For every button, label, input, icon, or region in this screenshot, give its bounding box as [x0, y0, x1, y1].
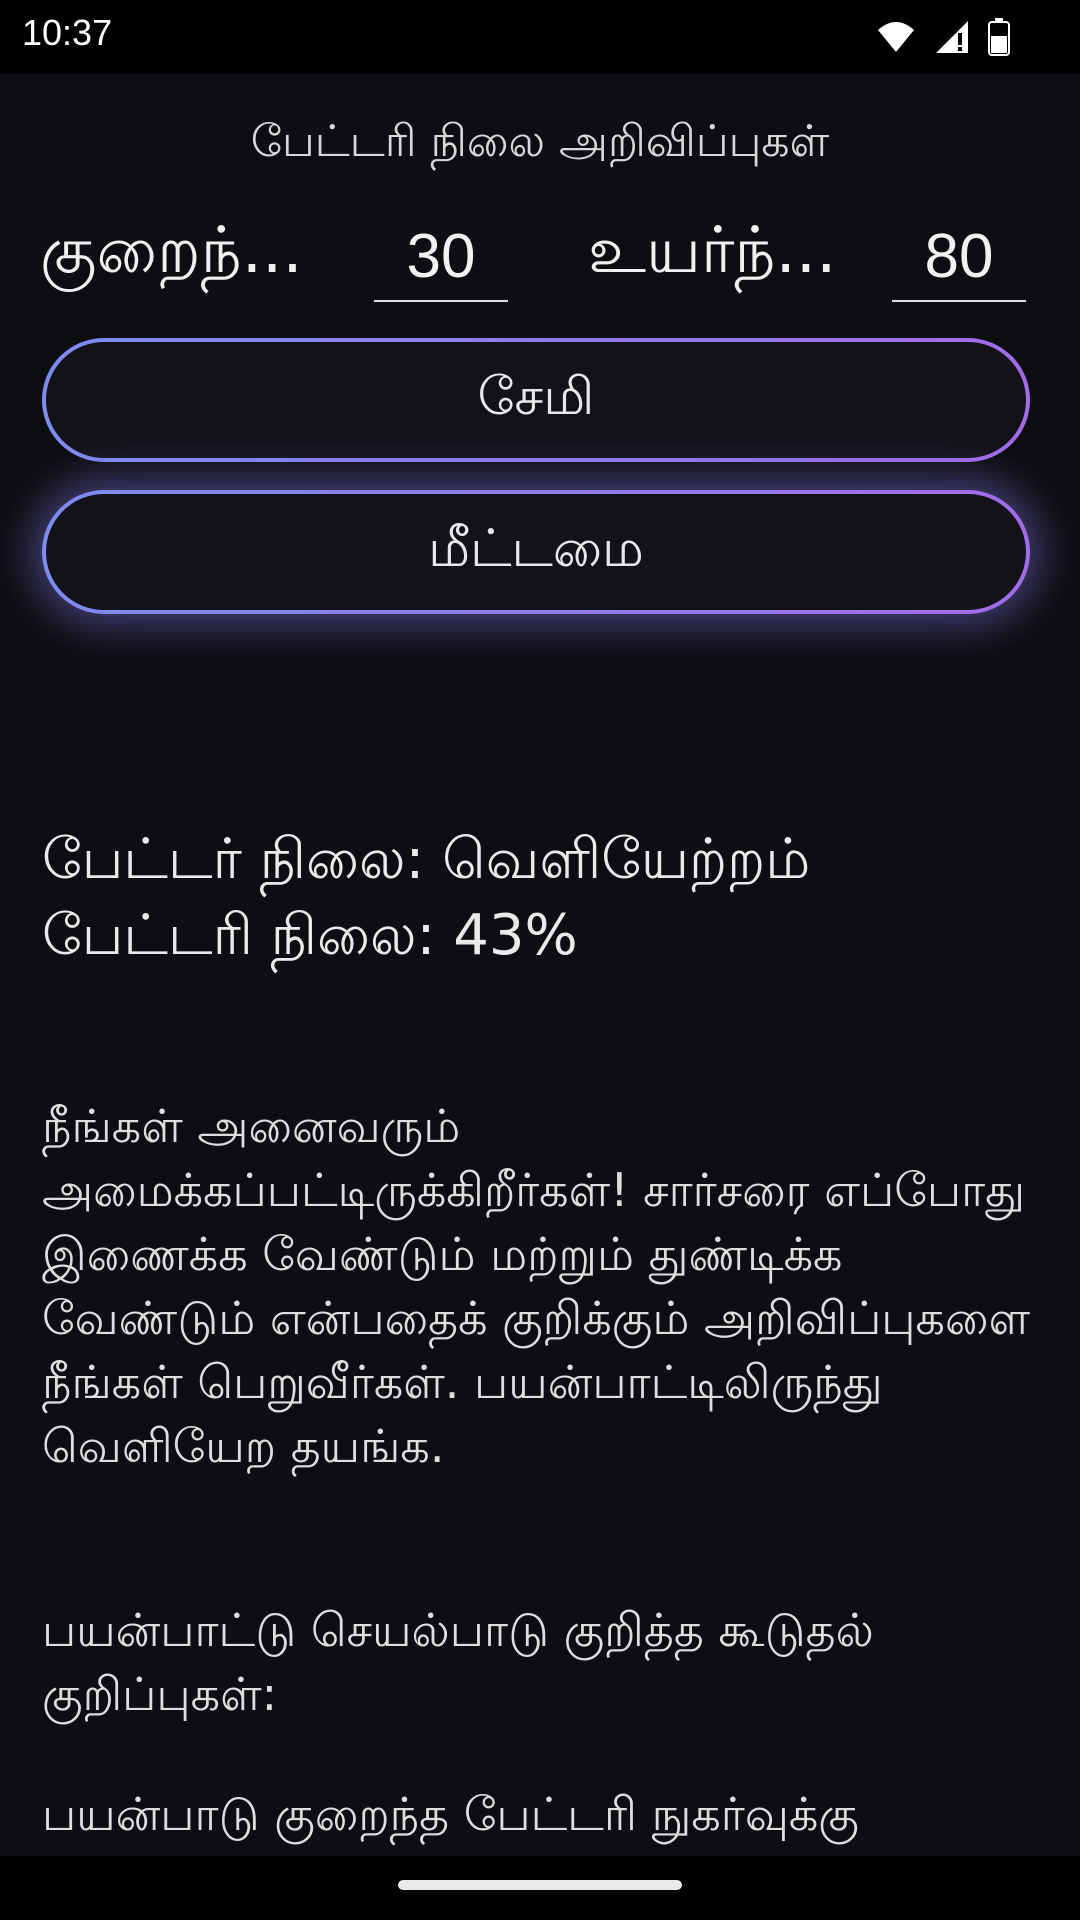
low-threshold-label: குறைந்... — [40, 214, 303, 288]
high-threshold-input[interactable]: 80 — [892, 214, 1026, 302]
status-time: 10:37 — [22, 12, 113, 53]
main-screen: பேட்டரி நிலை அறிவிப்புகள் குறைந்... 30 உ… — [0, 74, 1080, 1856]
save-button-label: சேமி — [477, 366, 595, 427]
home-indicator-pill[interactable] — [398, 1880, 682, 1890]
threshold-row: குறைந்... 30 உயர்ந்... 80 — [40, 214, 1040, 314]
wifi-icon — [878, 22, 914, 52]
description-para-3: பயன்பாடு குறைந்த பேட்டரி நுகர்வுக்கு — [42, 1787, 859, 1841]
reset-button-label: மீட்டமை — [428, 518, 644, 579]
status-bar: 10:37 — [0, 0, 1080, 74]
description-para-2: பயன்பாட்டு செயல்பாடு குறித்த கூடுதல் குற… — [42, 1603, 874, 1721]
battery-icon — [988, 18, 1010, 56]
navigation-bar — [0, 1856, 1080, 1920]
low-threshold-input[interactable]: 30 — [374, 214, 508, 302]
description-para-1: நீங்கள் அனைவரும் அமைக்கப்பட்டிருக்கிறீர்… — [42, 1099, 1030, 1473]
battery-status: பேட்டர் நிலை: வெளியேற்றம் பேட்டரி நிலை: … — [42, 822, 1042, 974]
charger-status-text: பேட்டர் நிலை: வெளியேற்றம் — [42, 827, 811, 892]
reset-button[interactable]: மீட்டமை — [42, 490, 1030, 614]
signal-icon — [936, 21, 968, 53]
battery-level-text: பேட்டரி நிலை: 43% — [42, 903, 578, 968]
high-threshold-label: உயர்ந்... — [588, 214, 837, 288]
status-icons — [876, 18, 1010, 56]
save-button[interactable]: சேமி — [42, 338, 1030, 462]
page-title: பேட்டரி நிலை அறிவிப்புகள் — [250, 116, 830, 167]
